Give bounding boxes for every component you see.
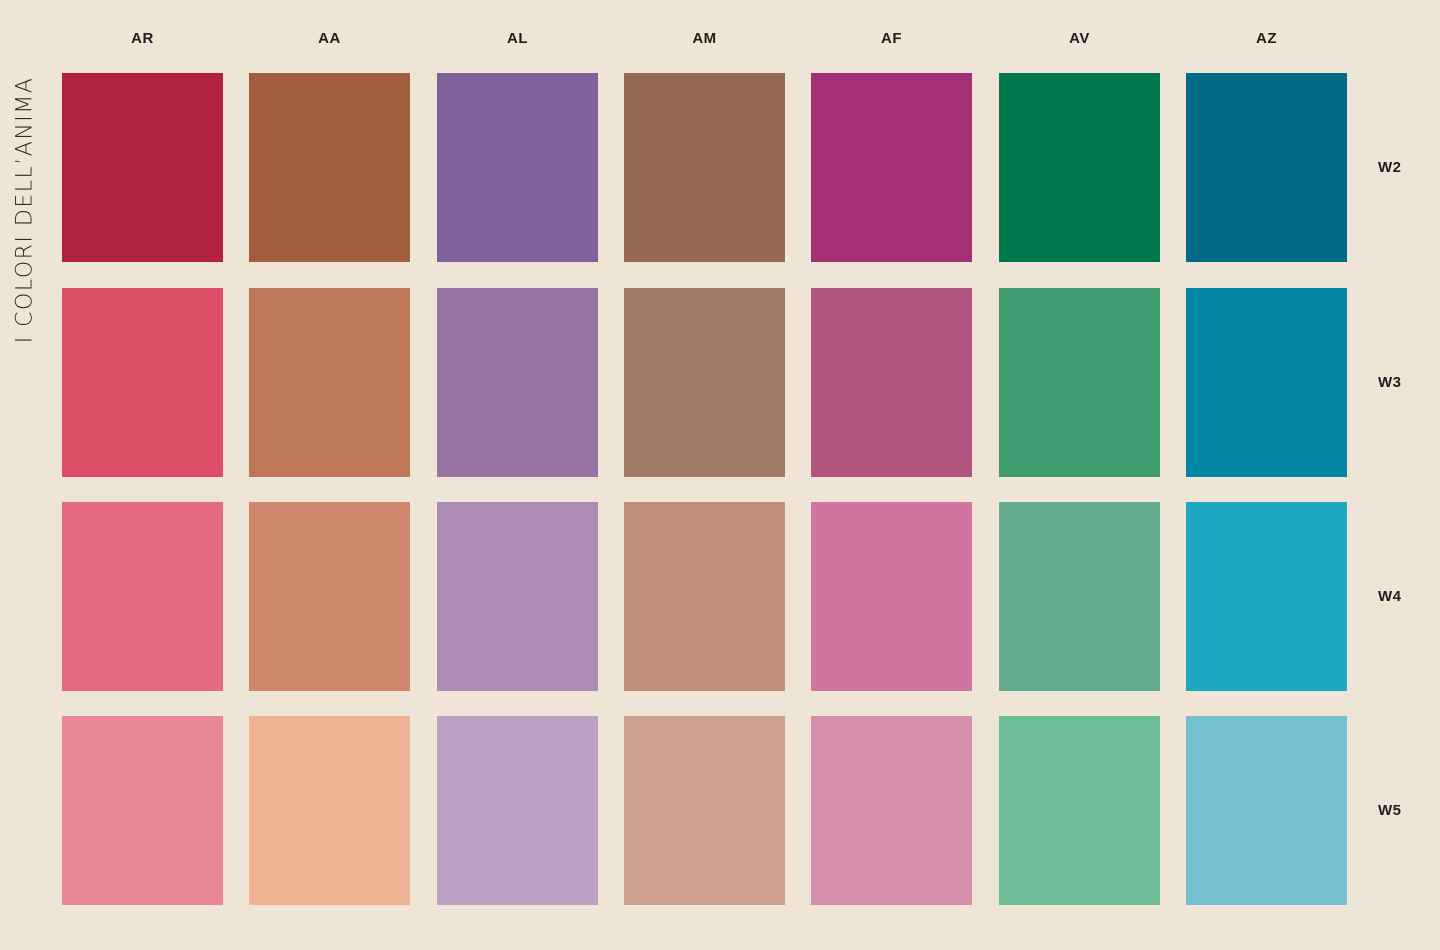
column-header-az: AZ	[1256, 30, 1277, 47]
swatch-af-w5	[811, 716, 972, 905]
swatch-am-w3	[624, 288, 785, 477]
swatch-av-w5	[999, 716, 1160, 905]
column-header-ar: AR	[131, 30, 154, 47]
row-label-w4: W4	[1378, 587, 1402, 605]
swatch-af-w4	[811, 502, 972, 691]
row-label-w3: W3	[1378, 373, 1402, 391]
swatch-az-w5	[1186, 716, 1347, 905]
swatch-av-w2	[999, 73, 1160, 262]
column-header-af: AF	[881, 30, 902, 47]
swatch-az-w2	[1186, 73, 1347, 262]
swatch-av-w3	[999, 288, 1160, 477]
swatch-al-w5	[437, 716, 598, 905]
swatch-al-w3	[437, 288, 598, 477]
swatch-ar-w2	[62, 73, 223, 262]
swatch-am-w4	[624, 502, 785, 691]
swatch-aa-w2	[249, 73, 410, 262]
swatch-az-w4	[1186, 502, 1347, 691]
swatch-ar-w3	[62, 288, 223, 477]
swatch-al-w2	[437, 73, 598, 262]
swatch-ar-w5	[62, 716, 223, 905]
swatch-af-w3	[811, 288, 972, 477]
swatch-az-w3	[1186, 288, 1347, 477]
swatch-ar-w4	[62, 502, 223, 691]
swatch-aa-w4	[249, 502, 410, 691]
column-header-aa: AA	[318, 30, 341, 47]
column-header-am: AM	[692, 30, 717, 47]
swatch-aa-w5	[249, 716, 410, 905]
swatch-am-w5	[624, 716, 785, 905]
swatch-av-w4	[999, 502, 1160, 691]
swatch-am-w2	[624, 73, 785, 262]
palette-title: I COLORI DELL’ANIMA	[12, 76, 38, 344]
row-label-w5: W5	[1378, 801, 1402, 819]
column-header-al: AL	[507, 30, 528, 47]
swatch-af-w2	[811, 73, 972, 262]
swatch-al-w4	[437, 502, 598, 691]
column-header-av: AV	[1069, 30, 1090, 47]
row-label-w2: W2	[1378, 158, 1402, 176]
swatch-aa-w3	[249, 288, 410, 477]
